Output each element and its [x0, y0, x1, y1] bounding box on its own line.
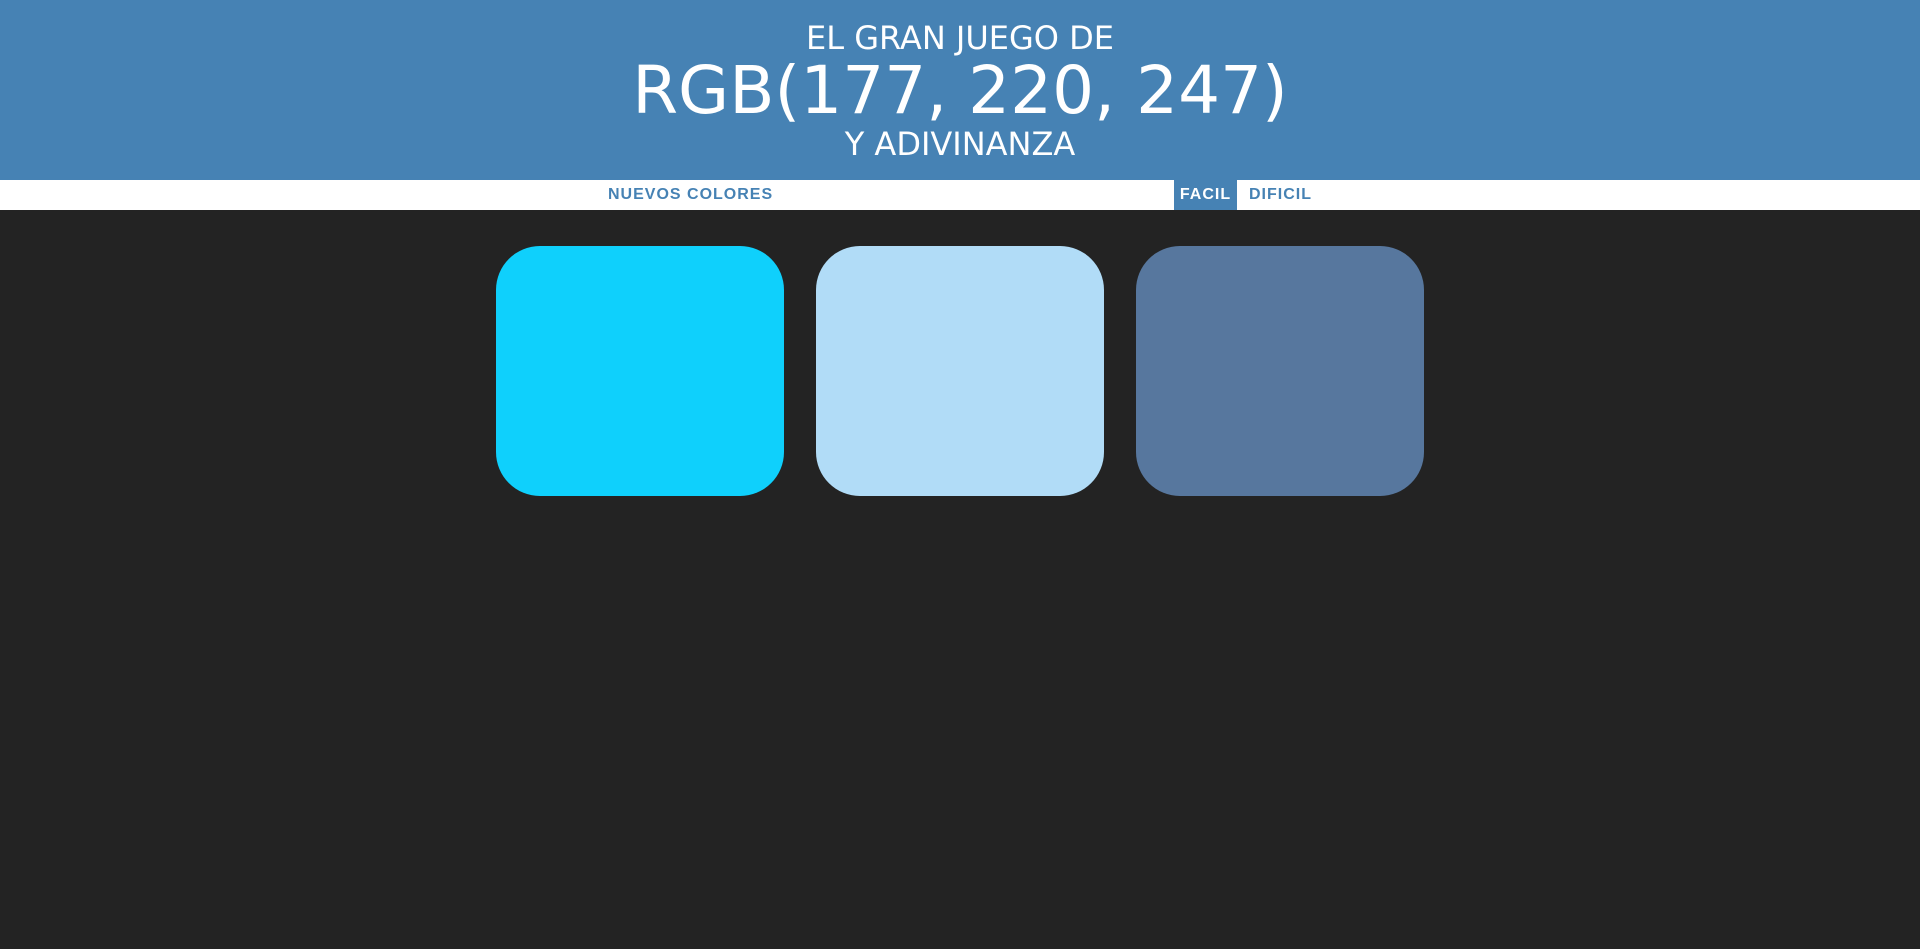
- color-square-2[interactable]: [816, 246, 1104, 496]
- title-line-3: Y ADIVINANZA: [844, 125, 1076, 163]
- squares-container: [0, 210, 1920, 949]
- target-color-display: RGB(177, 220, 247): [632, 52, 1288, 129]
- color-square-3[interactable]: [1136, 246, 1424, 496]
- game-header: EL GRAN JUEGO DE RGB(177, 220, 247) Y AD…: [0, 0, 1920, 180]
- color-square-1[interactable]: [496, 246, 784, 496]
- control-stripe: NUEVOS COLORES FACIL DIFICIL: [0, 180, 1920, 210]
- easy-mode-button[interactable]: FACIL: [1174, 180, 1237, 210]
- new-colors-button[interactable]: NUEVOS COLORES: [604, 180, 777, 210]
- hard-mode-button[interactable]: DIFICIL: [1243, 180, 1318, 210]
